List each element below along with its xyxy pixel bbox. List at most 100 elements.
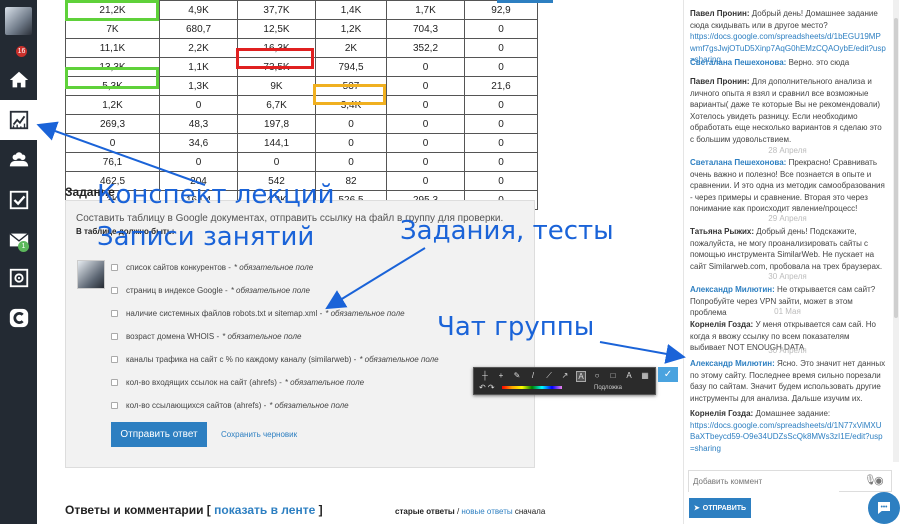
table-row: 269,3 48,3 197,8 0 0 0 — [65, 114, 538, 134]
table-cell: 11,1K — [65, 38, 160, 58]
table-cell: 9K — [237, 76, 316, 96]
chat-message: Татьяна Рыжих: Добрый день! Подскажите, … — [690, 226, 886, 272]
toolbar-label: Подложка — [594, 385, 622, 391]
table-cell: 0 — [464, 171, 538, 191]
table-cell: 0 — [386, 171, 465, 191]
show-in-feed-link[interactable]: показать в ленте — [214, 503, 315, 517]
table-cell: 2,2K — [159, 38, 238, 58]
chat-message: Корнелія Гозда: Домашнее задание: https:/… — [690, 408, 886, 454]
pen-icon[interactable]: / — [528, 371, 538, 382]
table-cell: 1,2K — [65, 95, 160, 115]
table-cell: 34,6 — [159, 133, 238, 153]
table-cell: 269,3 — [65, 114, 160, 134]
table-cell: 37,7K — [237, 0, 316, 20]
font-icon[interactable]: A — [624, 371, 634, 382]
table-cell: 0 — [464, 19, 538, 39]
task-checkbox-item[interactable]: страниц в индексе Google - * обязательное… — [111, 286, 310, 295]
chat-message-author[interactable]: Светалана Пешехонова: — [690, 58, 786, 67]
table-cell: 5,3K — [65, 76, 160, 96]
confirm-check-icon[interactable]: ✓ — [658, 367, 678, 382]
task-item-label: список сайтов конкурентов - — [126, 263, 231, 272]
table-cell: 794,5 — [315, 57, 387, 77]
sort-new-option[interactable]: новые ответы — [461, 507, 512, 516]
chat-date-separator: 30 Апреля — [768, 346, 807, 355]
sidebar-item-brand[interactable] — [0, 298, 37, 338]
blur-icon[interactable]: ▦ — [640, 371, 650, 382]
task-author-avatar — [77, 260, 105, 289]
chat-message-author[interactable]: Александр Милютин: — [690, 359, 775, 368]
sort-old-option[interactable]: старые ответы — [395, 507, 455, 516]
sidebar-item-home[interactable] — [0, 60, 37, 100]
checkbox[interactable] — [111, 356, 118, 363]
task-checkbox-item[interactable]: список сайтов конкурентов - * обязательно… — [111, 263, 313, 272]
color-palette[interactable] — [502, 386, 562, 389]
chat-send-button[interactable]: ➤ ОТПРАВИТЬ — [689, 498, 751, 518]
table-cell: 7K — [65, 19, 160, 39]
chat-message: Светалана Пешехонова: Верно. это сюда — [690, 57, 886, 69]
chat-send-label: ОТПРАВИТЬ — [702, 504, 747, 512]
required-note: * обязательное поле — [269, 401, 349, 410]
chat-message-author[interactable]: Светалана Пешехонова: — [690, 158, 786, 167]
checkbox[interactable] — [111, 333, 118, 340]
chat-message-author[interactable]: Павел Пронин: — [690, 77, 750, 86]
chat-message-author[interactable]: Татьяна Рыжих: — [690, 227, 754, 236]
table-cell: 144,1 — [237, 133, 316, 153]
chat-scroll-thumb[interactable] — [894, 18, 898, 318]
table-cell: 13,3K — [65, 57, 160, 77]
table-row: 13,3K 1,1K 73,5K 794,5 0 0 — [65, 57, 538, 77]
required-note: * обязательное поле — [284, 378, 365, 387]
sidebar-item-lectures[interactable] — [0, 100, 37, 140]
undo-icon[interactable]: ↶ ↷ — [479, 383, 495, 392]
table-cell: 6,7K — [237, 95, 316, 115]
annotation-chat: Чат группы — [437, 312, 595, 342]
arrow-tool-icon[interactable]: ↗ — [560, 371, 570, 382]
chat-message-author[interactable]: Корнелія Гозда: — [690, 409, 753, 418]
table-cell: 2K — [315, 38, 387, 58]
ellipse-icon[interactable]: ○ — [592, 371, 602, 382]
main-content: 21,2K 4,9K 37,7K 1,4K 1,7K 92,9 7K 680,7 12,5K 1,… — [37, 0, 683, 524]
crop-icon[interactable]: ┼ — [480, 371, 490, 382]
chat-message-link[interactable]: https://docs.google.com/spreadsheets/d/1… — [690, 421, 883, 453]
task-checkbox-item[interactable]: кол-во ссылающихся сайтов (ahrefs) - * об… — [111, 401, 349, 410]
sidebar-item-tasks[interactable] — [0, 180, 37, 220]
submit-answer-button[interactable]: Отправить ответ — [111, 422, 207, 447]
answers-title: Ответы и комментарии [ — [65, 503, 211, 517]
sidebar-item-group[interactable] — [0, 140, 37, 180]
chat-message-author[interactable]: Корнелія Гозда: — [690, 320, 753, 329]
task-checkbox-item[interactable]: наличие системных файлов robots.txt и si… — [111, 309, 405, 318]
checkbox[interactable] — [111, 264, 118, 271]
chat-message-author[interactable]: Александр Милютин: — [690, 285, 775, 294]
chat-message-author[interactable]: Павел Пронин: — [690, 9, 750, 18]
task-checkbox-item[interactable]: возраст домена WHOIS - * обязательное пол… — [111, 332, 301, 341]
checkbox[interactable] — [111, 379, 118, 386]
chat-message-text: Домашнее задание: — [755, 409, 831, 418]
user-avatar[interactable] — [5, 7, 32, 35]
chat-scrollbar[interactable] — [893, 0, 899, 462]
table-cell: 4,9K — [159, 0, 238, 20]
task-item-label: кол-во ссылающихся сайтов (ahrefs) - — [126, 401, 267, 410]
table-cell: 352,2 — [386, 38, 465, 58]
task-item-label: возраст домена WHOIS - — [126, 332, 220, 341]
chat-bubble-button[interactable] — [868, 492, 900, 524]
checkbox[interactable] — [111, 402, 118, 409]
table-row: 0 34,6 144,1 0 0 0 — [65, 133, 538, 153]
marker-icon[interactable]: ✎ — [512, 371, 522, 382]
chat-comment-input[interactable] — [689, 471, 839, 492]
toolbar-tools: ┼ + ✎ / ⟋ ↗ A ○ □ A ▦ — [480, 371, 650, 382]
table-cell: 0 — [159, 152, 238, 172]
camera-icon[interactable]: ◉ — [874, 474, 884, 487]
task-checkbox-item[interactable]: каналы трафика на сайт с % по каждому ка… — [111, 355, 439, 364]
chat-input-box[interactable] — [688, 470, 892, 492]
task-checkbox-item[interactable]: кол-во входящих ссылок на сайт (ahrefs) … — [111, 378, 364, 387]
sidebar-item-mail[interactable] — [0, 220, 37, 260]
sidebar-item-safe[interactable] — [0, 258, 37, 298]
save-draft-link[interactable]: Сохранить черновик — [221, 430, 297, 439]
checkbox[interactable] — [111, 310, 118, 317]
text-tool-icon[interactable]: A — [576, 371, 586, 382]
move-icon[interactable]: + — [496, 371, 506, 382]
checkbox[interactable] — [111, 287, 118, 294]
line-icon[interactable]: ⟋ — [544, 371, 554, 382]
rect-icon[interactable]: □ — [608, 371, 618, 382]
chat-message-text: Для дополнительного анализа и личного оп… — [690, 77, 882, 144]
answers-bracket: ] — [318, 503, 323, 517]
